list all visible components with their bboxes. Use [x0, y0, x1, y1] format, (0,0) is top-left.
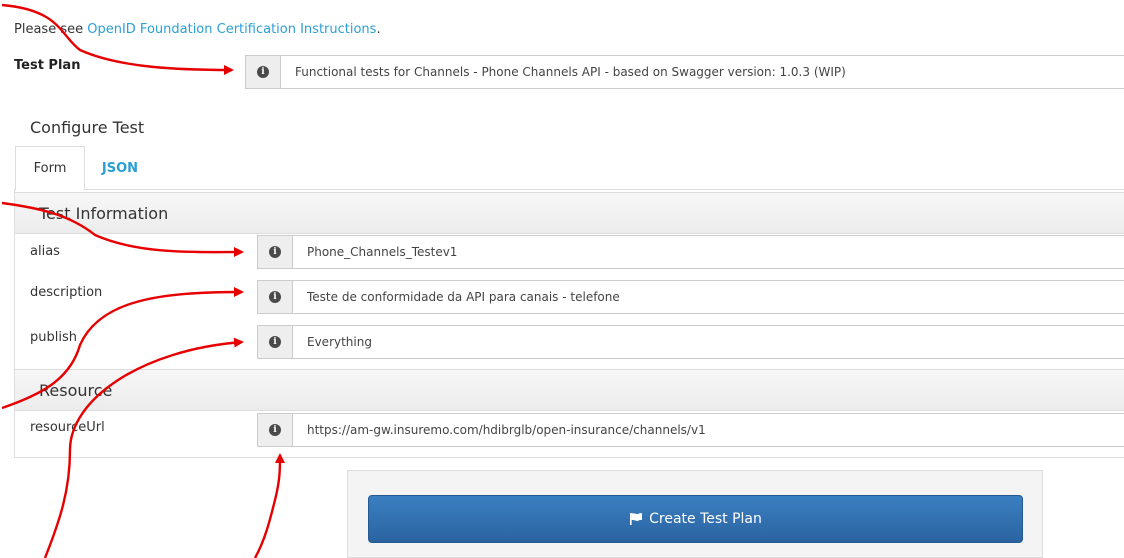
- notice-suffix: .: [376, 22, 381, 37]
- alias-label: alias: [30, 244, 60, 259]
- description-label: description: [30, 285, 103, 300]
- publish-select[interactable]: Everything: [293, 325, 1124, 359]
- notice-prefix: Please see: [14, 22, 88, 37]
- flag-icon: [630, 513, 643, 525]
- tab-json[interactable]: JSON: [90, 146, 150, 190]
- test-plan-select[interactable]: Functional tests for Channels - Phone Ch…: [281, 55, 1124, 89]
- alias-info-icon[interactable]: i: [257, 235, 293, 269]
- certification-instructions-link[interactable]: OpenID Foundation Certification Instruct…: [87, 22, 376, 37]
- test-plan-label: Test Plan: [14, 58, 81, 73]
- resourceurl-label: resourceUrl: [30, 420, 105, 435]
- publish-info-icon[interactable]: i: [257, 325, 293, 359]
- description-info-icon[interactable]: i: [257, 280, 293, 314]
- alias-field[interactable]: Phone_Channels_Testev1: [293, 235, 1124, 269]
- test-information-header: Test Information: [15, 192, 1124, 234]
- publish-label: publish: [30, 330, 77, 345]
- test-plan-info-icon[interactable]: i: [245, 55, 281, 89]
- resourceurl-field[interactable]: https://am-gw.insuremo.com/hdibrglb/open…: [293, 413, 1124, 447]
- resource-header: Resource: [15, 369, 1124, 411]
- certification-notice: Please see OpenID Foundation Certificati…: [14, 22, 381, 37]
- create-test-plan-button[interactable]: Create Test Plan: [368, 495, 1023, 543]
- description-field[interactable]: Teste de conformidade da API para canais…: [293, 280, 1124, 314]
- configure-test-title: Configure Test: [30, 118, 145, 137]
- resourceurl-info-icon[interactable]: i: [257, 413, 293, 447]
- tab-form[interactable]: Form: [15, 146, 85, 191]
- create-test-plan-label: Create Test Plan: [649, 511, 762, 527]
- annotation-arrow-resourceurl: [253, 453, 285, 558]
